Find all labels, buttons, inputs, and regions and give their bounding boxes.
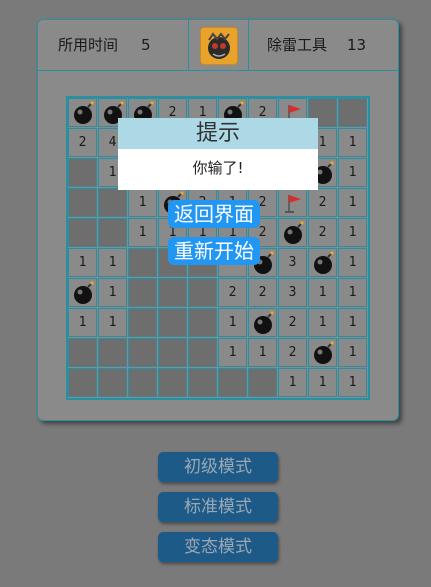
dialog-title: 提示	[118, 118, 318, 149]
mine-tile[interactable]	[248, 308, 277, 337]
extreme-mode-button[interactable]: 变态模式	[158, 532, 278, 562]
hidden-tile[interactable]	[128, 278, 157, 307]
hidden-tile[interactable]	[98, 368, 127, 397]
time-value: 5	[141, 36, 151, 54]
beginner-mode-button[interactable]: 初级模式	[158, 452, 278, 482]
number-tile[interactable]: 2	[278, 308, 307, 337]
back-to-menu-button[interactable]: 返回界面	[168, 200, 260, 228]
header-divider	[188, 20, 189, 70]
hidden-tile[interactable]	[68, 218, 97, 247]
number-tile[interactable]: 1	[338, 278, 367, 307]
time-label: 所用时间	[58, 36, 119, 54]
game-over-dialog: 提示 你输了!	[118, 118, 318, 190]
number-tile[interactable]: 3	[278, 248, 307, 277]
header-divider	[248, 20, 249, 70]
hidden-tile[interactable]	[188, 278, 217, 307]
mine-icon	[254, 311, 274, 334]
hidden-tile[interactable]	[338, 98, 367, 127]
number-tile[interactable]: 3	[278, 278, 307, 307]
hidden-tile[interactable]	[128, 338, 157, 367]
number-tile[interactable]: 1	[98, 248, 127, 277]
number-tile[interactable]: 1	[218, 308, 247, 337]
number-tile[interactable]: 1	[248, 338, 277, 367]
hidden-tile[interactable]	[68, 158, 97, 187]
hidden-tile[interactable]	[188, 308, 217, 337]
number-tile[interactable]: 1	[68, 308, 97, 337]
bomb-avatar-icon[interactable]	[200, 27, 238, 65]
hidden-tile[interactable]	[128, 368, 157, 397]
hidden-tile[interactable]	[68, 368, 97, 397]
mine-tile[interactable]	[278, 218, 307, 247]
number-tile[interactable]: 2	[308, 188, 337, 217]
hidden-tile[interactable]	[188, 368, 217, 397]
number-tile[interactable]: 1	[338, 248, 367, 277]
hidden-tile[interactable]	[248, 368, 277, 397]
mine-icon	[314, 341, 334, 364]
hidden-tile[interactable]	[128, 248, 157, 277]
number-tile[interactable]: 2	[248, 278, 277, 307]
hidden-tile[interactable]	[218, 368, 247, 397]
tools-value: 13	[347, 36, 367, 54]
hidden-tile[interactable]	[158, 368, 187, 397]
restart-button[interactable]: 重新开始	[168, 237, 260, 265]
mine-icon	[284, 221, 304, 244]
number-tile[interactable]: 2	[278, 338, 307, 367]
hidden-tile[interactable]	[98, 188, 127, 217]
number-tile[interactable]: 1	[98, 278, 127, 307]
number-tile[interactable]: 1	[338, 368, 367, 397]
number-tile[interactable]: 2	[68, 128, 97, 157]
hidden-tile[interactable]	[98, 218, 127, 247]
number-tile[interactable]: 1	[128, 188, 157, 217]
mine-tile[interactable]	[308, 338, 337, 367]
hidden-tile[interactable]	[188, 338, 217, 367]
number-tile[interactable]: 1	[278, 368, 307, 397]
number-tile[interactable]: 1	[98, 308, 127, 337]
number-tile[interactable]: 2	[308, 218, 337, 247]
number-tile[interactable]: 1	[338, 128, 367, 157]
tools-label: 除雷工具	[267, 36, 328, 54]
number-tile[interactable]: 1	[338, 158, 367, 187]
flag-tile[interactable]	[278, 188, 307, 217]
mine-icon	[74, 281, 94, 304]
mine-icon	[314, 251, 334, 274]
mine-tile[interactable]	[68, 278, 97, 307]
mine-tile[interactable]	[308, 248, 337, 277]
number-tile[interactable]: 1	[338, 218, 367, 247]
hidden-tile[interactable]	[128, 308, 157, 337]
number-tile[interactable]: 1	[218, 338, 247, 367]
hidden-tile[interactable]	[68, 188, 97, 217]
status-header: 所用时间 5 除雷工具 13	[38, 20, 398, 71]
hidden-tile[interactable]	[158, 338, 187, 367]
hidden-tile[interactable]	[158, 278, 187, 307]
hidden-tile[interactable]	[98, 338, 127, 367]
number-tile[interactable]: 1	[68, 248, 97, 277]
hidden-tile[interactable]	[158, 308, 187, 337]
number-tile[interactable]: 1	[308, 368, 337, 397]
mine-icon	[74, 101, 94, 124]
hidden-tile[interactable]	[68, 338, 97, 367]
standard-mode-button[interactable]: 标准模式	[158, 492, 278, 522]
number-tile[interactable]: 1	[308, 308, 337, 337]
number-tile[interactable]: 1	[338, 338, 367, 367]
mine-tile[interactable]	[68, 98, 97, 127]
number-tile[interactable]: 1	[338, 308, 367, 337]
number-tile[interactable]: 1	[338, 188, 367, 217]
number-tile[interactable]: 1	[128, 218, 157, 247]
number-tile[interactable]: 1	[308, 278, 337, 307]
number-tile[interactable]: 2	[218, 278, 247, 307]
flag-icon	[285, 195, 301, 213]
dialog-message: 你输了!	[192, 159, 244, 177]
